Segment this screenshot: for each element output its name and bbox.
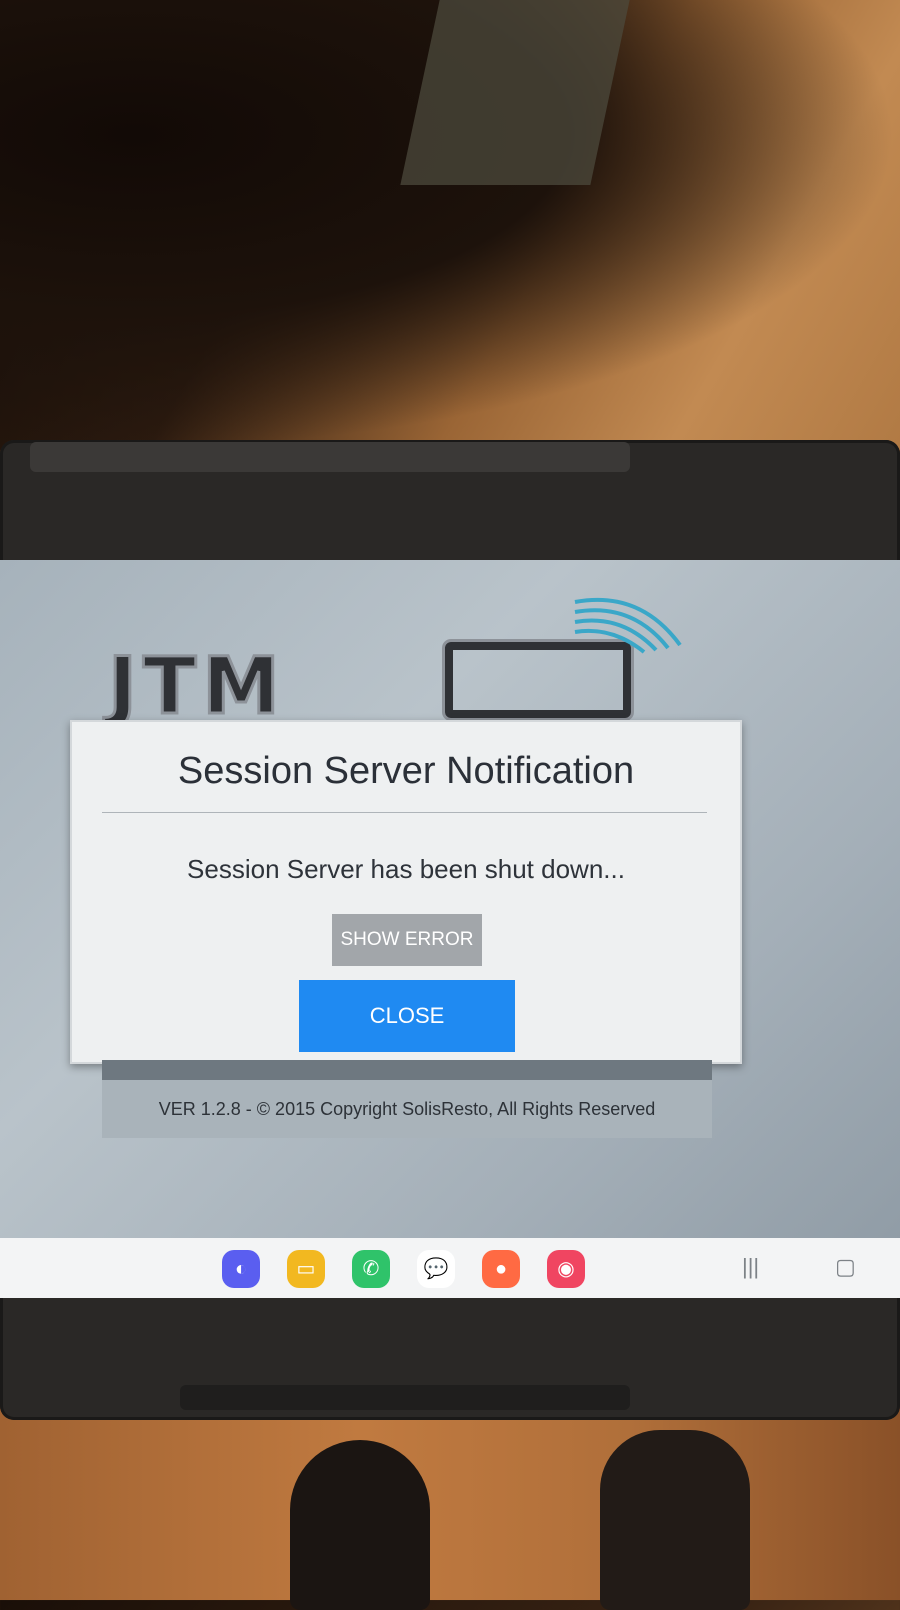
- close-button[interactable]: CLOSE: [299, 980, 515, 1052]
- globe-icon[interactable]: ◐: [222, 1250, 260, 1288]
- background-photo-bottom: [0, 1400, 900, 1600]
- dialog-message: Session Server has been shut down...: [187, 854, 625, 884]
- version-copyright-text: VER 1.2.8 - © 2015 Copyright SolisResto,…: [102, 1080, 712, 1138]
- shoe-left: [290, 1440, 430, 1610]
- case-ridge-bottom: [180, 1385, 630, 1410]
- show-error-button[interactable]: SHOW ERROR: [332, 914, 482, 966]
- contact-icon[interactable]: ●: [482, 1250, 520, 1288]
- wifi-waves-icon: [574, 597, 682, 654]
- shoe-right: [600, 1430, 750, 1610]
- notification-dialog: Session Server Notification Session Serv…: [70, 720, 742, 1064]
- chat-icon[interactable]: 💬: [417, 1250, 455, 1288]
- taskbar: ◐ ▭ ✆ 💬 ● ◉ ||| ▢: [0, 1238, 900, 1298]
- footer-band: [102, 1060, 712, 1080]
- phone-icon[interactable]: ✆: [352, 1250, 390, 1288]
- dialog-title: Session Server Notification: [177, 750, 635, 792]
- camera-icon[interactable]: ◉: [547, 1250, 585, 1288]
- app-logo-text: JTM: [107, 642, 286, 732]
- home-nav-icon[interactable]: ▢: [835, 1254, 856, 1280]
- floor-stripe: [400, 0, 630, 185]
- tablet-screen: JTM Session Server Notification Session …: [0, 560, 900, 1295]
- recents-nav-icon[interactable]: |||: [742, 1254, 759, 1280]
- case-ridge-top: [30, 442, 630, 472]
- dialog-divider: [102, 812, 707, 813]
- folder-icon[interactable]: ▭: [287, 1250, 325, 1288]
